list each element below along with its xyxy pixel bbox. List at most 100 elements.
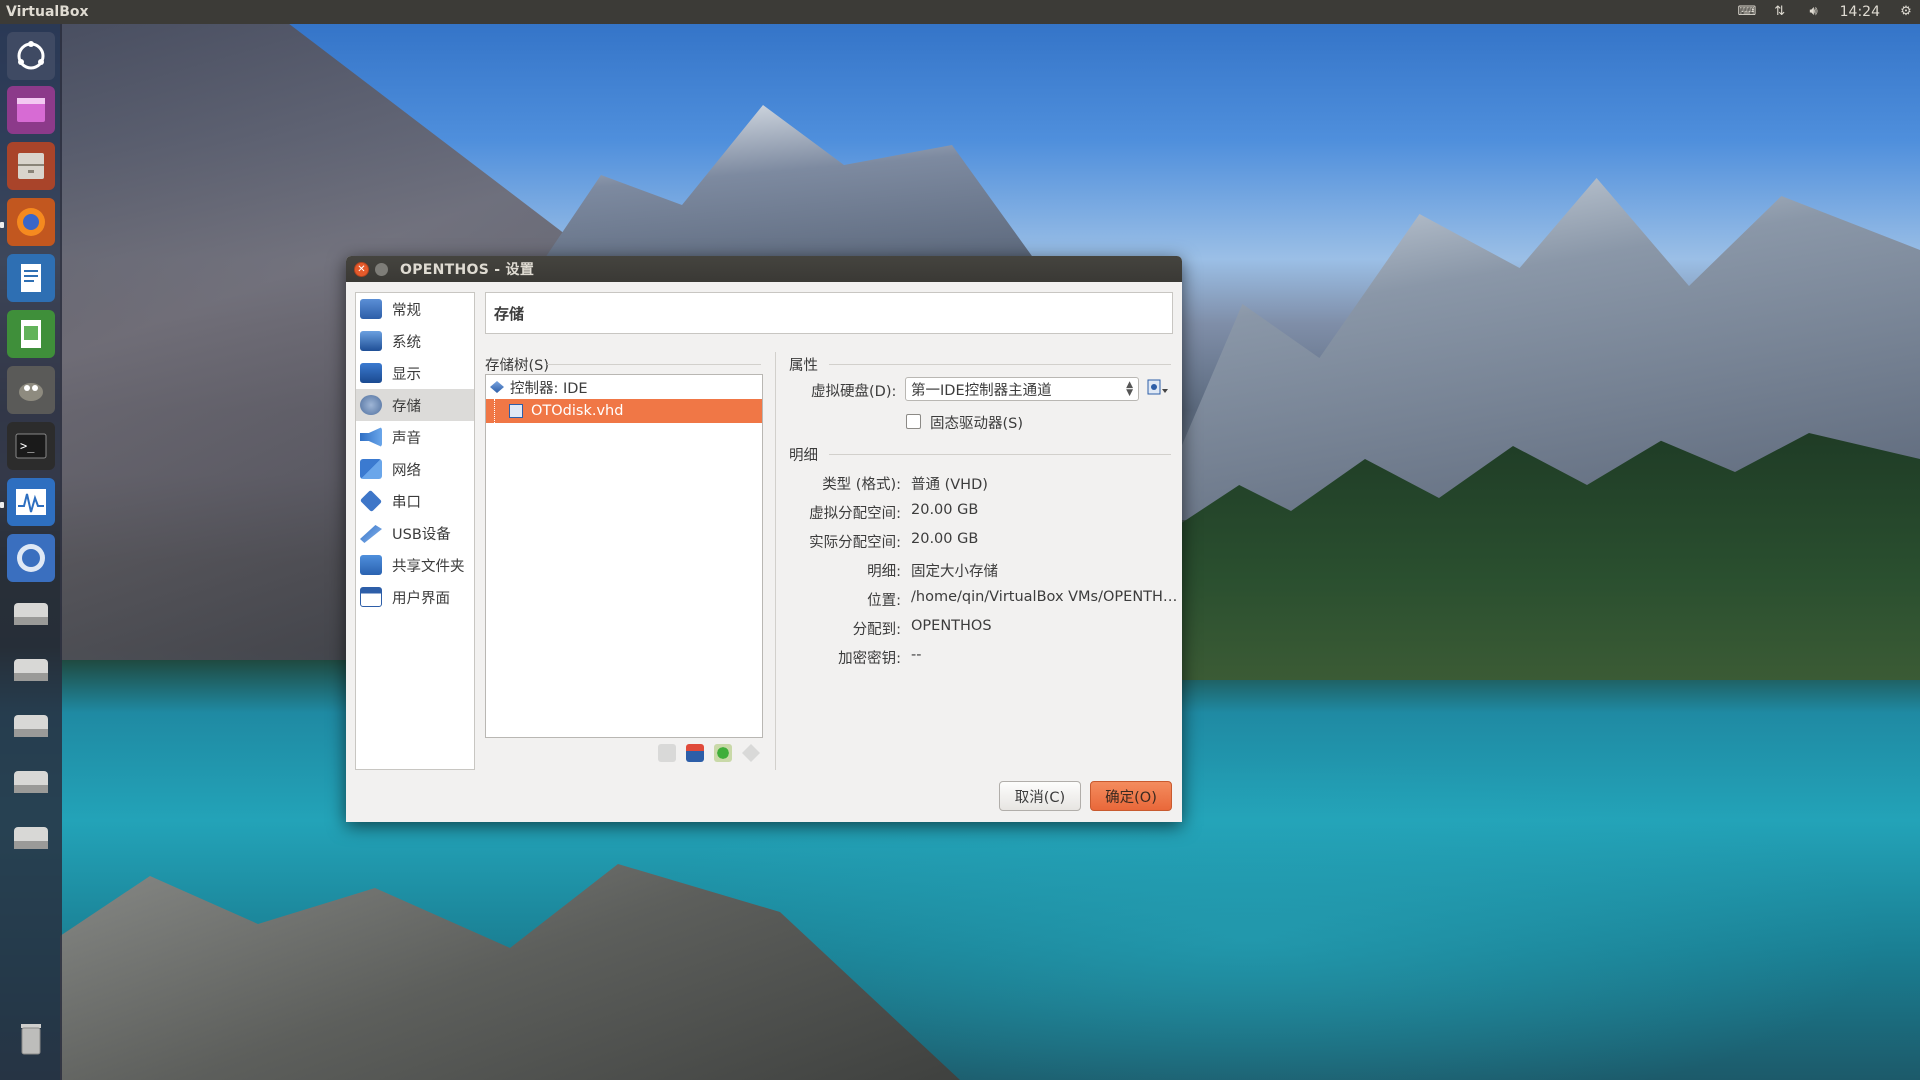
tree-disk-item[interactable]: OTOdisk.vhd bbox=[486, 399, 762, 423]
category-serial[interactable]: 串口 bbox=[356, 485, 474, 517]
section-header: 存储 bbox=[485, 292, 1173, 334]
dash-button[interactable] bbox=[7, 32, 55, 80]
category-general[interactable]: 常规 bbox=[356, 293, 474, 325]
gimp-button[interactable] bbox=[7, 366, 55, 414]
updown-icon: ▲ ▼ bbox=[1126, 380, 1133, 398]
serial-port-icon bbox=[359, 489, 383, 513]
keyboard-icon[interactable]: ⌨ bbox=[1738, 4, 1757, 20]
volume-icon[interactable]: 🔊︎ bbox=[1806, 4, 1822, 20]
add-attachment-icon[interactable] bbox=[686, 744, 704, 762]
detail-row: 位置:/home/qin/VirtualBox VMs/OPENTH… bbox=[867, 589, 1178, 609]
writer-button[interactable] bbox=[7, 254, 55, 302]
minimize-button[interactable] bbox=[375, 262, 388, 276]
folder-icon bbox=[360, 555, 382, 575]
detail-row: 虚拟分配空间: 20.00 GB bbox=[809, 502, 979, 522]
add-controller-icon[interactable] bbox=[658, 744, 676, 762]
file-cabinet-icon bbox=[18, 153, 44, 179]
gear-icon[interactable]: ⚙ bbox=[1898, 4, 1914, 20]
chip-icon bbox=[360, 331, 382, 351]
drive-button[interactable] bbox=[7, 702, 55, 750]
drive-button[interactable] bbox=[7, 758, 55, 806]
ssd-checkbox[interactable] bbox=[906, 414, 921, 429]
category-network[interactable]: 网络 bbox=[356, 453, 474, 485]
monitor-icon bbox=[360, 299, 382, 319]
detail-row: 明细: 固定大小存储 bbox=[867, 564, 998, 580]
category-system[interactable]: 系统 bbox=[356, 325, 474, 357]
files-button[interactable] bbox=[7, 142, 55, 190]
workspace-icon bbox=[17, 98, 45, 122]
details-label: 明细 bbox=[789, 448, 818, 464]
controller-icon bbox=[490, 381, 504, 393]
drive-button[interactable] bbox=[7, 814, 55, 862]
tree-branch-line bbox=[494, 399, 503, 423]
virtualbox-icon bbox=[17, 544, 45, 572]
ssd-label[interactable]: 固态驱动器(S) bbox=[930, 412, 1023, 433]
ok-button[interactable]: 确定(O) bbox=[1090, 781, 1172, 811]
drive-icon bbox=[14, 659, 48, 681]
dialog-title: OPENTHOS - 设置 bbox=[400, 262, 535, 278]
drive-icon bbox=[14, 715, 48, 737]
category-list: 常规 系统 显示 存储 声音 网络 串口 USB设备 共享文件夹 用户界面 bbox=[355, 292, 475, 770]
network-icon bbox=[360, 459, 382, 479]
tree-controller-ide[interactable]: 控制器: IDE bbox=[486, 375, 762, 399]
workspace-switcher-button[interactable] bbox=[7, 86, 55, 134]
category-user-interface[interactable]: 用户界面 bbox=[356, 581, 474, 613]
storage-toolbar bbox=[658, 744, 760, 762]
active-app-name: VirtualBox bbox=[6, 4, 89, 20]
divider bbox=[829, 454, 1171, 455]
category-display[interactable]: 显示 bbox=[356, 357, 474, 389]
close-button[interactable]: ✕ bbox=[354, 261, 369, 277]
ubuntu-logo-icon bbox=[17, 41, 45, 70]
network-icon[interactable]: ⇅ bbox=[1772, 4, 1788, 20]
drive-icon bbox=[14, 771, 48, 793]
cancel-button[interactable]: 取消(C) bbox=[999, 781, 1081, 811]
attributes-label: 属性 bbox=[789, 358, 818, 374]
calc-button[interactable] bbox=[7, 310, 55, 358]
virtualbox-button[interactable] bbox=[7, 534, 55, 582]
hard-disk-icon bbox=[509, 404, 523, 418]
remove-attachment-icon[interactable] bbox=[742, 744, 760, 762]
gimp-icon bbox=[19, 383, 43, 401]
divider bbox=[547, 364, 761, 365]
divider bbox=[829, 364, 1171, 365]
storage-icon bbox=[360, 395, 382, 415]
wallpaper-rocks bbox=[60, 864, 960, 1080]
category-audio[interactable]: 声音 bbox=[356, 421, 474, 453]
storage-tree-label: 存储树(S) bbox=[485, 358, 550, 374]
page-title: 存储 bbox=[494, 304, 525, 323]
category-usb[interactable]: USB设备 bbox=[356, 517, 474, 549]
trash-icon bbox=[21, 1024, 41, 1055]
terminal-button[interactable]: >_ bbox=[7, 422, 55, 470]
dialog-titlebar[interactable]: ✕ OPENTHOS - 设置 bbox=[346, 256, 1182, 282]
drive-button[interactable] bbox=[7, 590, 55, 638]
clock[interactable]: 14:24 bbox=[1840, 4, 1880, 20]
svg-text:>_: >_ bbox=[20, 439, 35, 453]
window-icon bbox=[360, 587, 382, 607]
trash-button[interactable] bbox=[7, 1014, 55, 1062]
drive-icon bbox=[14, 603, 48, 625]
running-indicator bbox=[0, 222, 4, 228]
category-shared-folders[interactable]: 共享文件夹 bbox=[356, 549, 474, 581]
terminal-icon: >_ bbox=[15, 433, 47, 459]
top-panel: VirtualBox ⌨ ⇅ 🔊︎ 14:24 ⚙ bbox=[0, 0, 1920, 24]
drive-icon bbox=[14, 827, 48, 849]
detail-row: 实际分配空间: 20.00 GB bbox=[809, 531, 979, 551]
detail-row: 分配到: OPENTHOS bbox=[852, 618, 992, 638]
virtual-disk-select[interactable]: 第一IDE控制器主通道 ▲ ▼ bbox=[905, 377, 1139, 401]
settings-dialog: ✕ OPENTHOS - 设置 常规 系统 显示 存储 声音 网络 串口 USB… bbox=[346, 256, 1182, 822]
spreadsheet-icon bbox=[21, 320, 41, 348]
choose-disk-icon[interactable] bbox=[1147, 378, 1169, 398]
system-monitor-icon bbox=[16, 489, 46, 515]
drive-button[interactable] bbox=[7, 646, 55, 694]
detail-row: 类型 (格式): 普通 (VHD) bbox=[822, 477, 988, 493]
virtual-disk-label: 虚拟硬盘(D): bbox=[811, 384, 897, 400]
firefox-button[interactable] bbox=[7, 198, 55, 246]
system-tray: ⌨ ⇅ 🔊︎ 14:24 ⚙ bbox=[1738, 0, 1914, 24]
add-disk-icon[interactable] bbox=[714, 744, 732, 762]
speaker-icon bbox=[360, 427, 382, 447]
usb-icon bbox=[360, 525, 382, 543]
category-storage[interactable]: 存储 bbox=[356, 389, 474, 421]
system-monitor-button[interactable] bbox=[7, 478, 55, 526]
storage-tree[interactable]: 控制器: IDE OTOdisk.vhd bbox=[485, 374, 763, 738]
display-icon bbox=[360, 363, 382, 383]
